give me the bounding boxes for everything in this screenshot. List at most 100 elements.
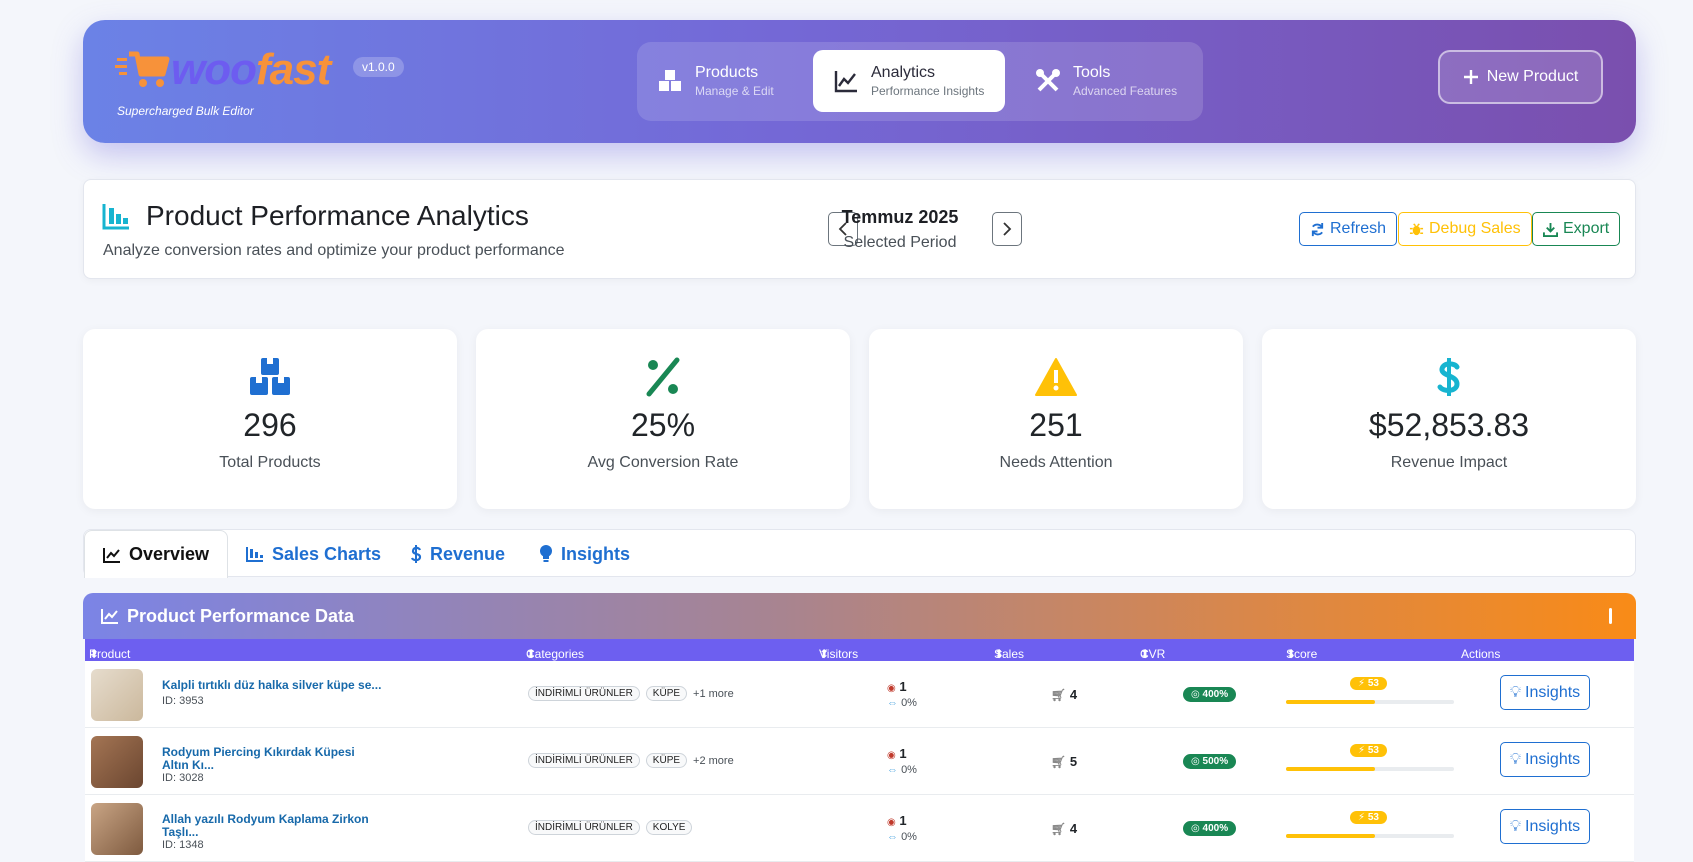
sort-icon: ⬍ [1286, 647, 1297, 661]
bolt-icon: ⚡︎ [1358, 678, 1366, 689]
tab-label: Insights [561, 543, 631, 564]
score-badge: ⚡︎ 53 [1350, 677, 1387, 690]
debug-sales-button[interactable]: Debug Sales [1398, 212, 1532, 246]
line-chart-icon [834, 71, 857, 93]
category-badge: İNDİRİMLİ ÜRÜNLER [528, 686, 640, 701]
table-row: Kalpli tırtıklı düz halka silver küpe se… [85, 661, 1634, 728]
product-id: ID: 1348 [162, 839, 204, 851]
analytics-tabs: Overview Sales Charts Revenue Insights [83, 529, 1636, 578]
nav-title: Tools [1073, 64, 1111, 81]
table-row: Rodyum Piercing Kıkırdak Küpesi Altın Kı… [85, 728, 1634, 795]
insights-button[interactable]: 💡︎ Insights [1500, 809, 1590, 844]
tagline: Supercharged Bulk Editor [117, 104, 254, 118]
category-badge: KÜPE [645, 753, 688, 768]
tab-insights[interactable]: Insights [539, 530, 630, 578]
column-headers: Product ⬍ Categories ⬍ Visitors ⬍ Sales … [85, 639, 1634, 661]
product-name-link[interactable]: Kalpli tırtıklı düz halka silver küpe se… [162, 679, 382, 692]
stat-label: Avg Conversion Rate [587, 454, 739, 471]
eye-icon: ◉ [887, 750, 896, 761]
stat-value: 251 [1029, 407, 1083, 443]
product-thumbnail[interactable] [91, 803, 143, 855]
product-thumbnail[interactable] [91, 736, 143, 788]
stat-avg-conversion: 25% Avg Conversion Rate [476, 329, 850, 509]
visitors-change: ⇔ 0% [887, 764, 917, 776]
version-badge: v1.0.0 [353, 57, 404, 77]
score-track [1286, 767, 1454, 771]
chevron-right-icon [1003, 222, 1012, 236]
category-badge: İNDİRİMLİ ÜRÜNLER [528, 820, 640, 835]
bar-chart-icon [246, 547, 263, 562]
tab-overview[interactable]: Overview [84, 530, 229, 578]
visitors-change: ⇔ 0% [887, 697, 917, 709]
bolt-icon: ⚡︎ [1358, 745, 1366, 756]
nav-products[interactable]: Products Manage & Edit [637, 50, 807, 112]
more-categories[interactable]: +1 more [693, 688, 734, 700]
product-name-link[interactable]: Rodyum Piercing Kıkırdak Küpesi Altın Kı… [162, 746, 382, 772]
nav-analytics[interactable]: Analytics Performance Insights [813, 50, 1005, 112]
category-list: İNDİRİMLİ ÜRÜNLER KÜPE +2 more [528, 753, 734, 768]
period-month: Temmuz 2025 [841, 207, 959, 227]
main-nav: Products Manage & Edit Analytics Performan… [637, 42, 1203, 121]
refresh-button[interactable]: Refresh [1299, 212, 1398, 246]
analytics-panel: Product Performance Analytics Analyze co… [83, 179, 1636, 279]
insights-button[interactable]: 💡︎ Insights [1500, 675, 1590, 710]
table-row: Allah yazılı Rodyum Kaplama Zirkon Taşlı… [85, 795, 1634, 862]
tools-icon [1036, 69, 1060, 92]
page-subtitle: Analyze conversion rates and optimize yo… [103, 242, 565, 259]
target-icon: ◎ [1191, 756, 1200, 767]
sales-count: 🛒︎ 5 [1051, 754, 1078, 769]
target-icon: ◎ [1191, 823, 1200, 834]
page-title: Product Performance Analytics [146, 200, 529, 231]
lightbulb-icon [540, 545, 552, 562]
bar-chart-icon [102, 204, 129, 230]
line-chart-icon [103, 547, 120, 563]
warning-icon [1035, 358, 1077, 396]
export-label: Export [1563, 220, 1610, 237]
cvr-badge: ◎ 500% [1183, 754, 1237, 769]
new-product-button[interactable]: New Product [1438, 50, 1603, 104]
sales-count: 🛒︎ 4 [1051, 687, 1078, 702]
refresh-icon [1311, 222, 1324, 236]
cvr-badge: ◎ 400% [1183, 687, 1237, 702]
visitors-change: ⇔ 0% [887, 831, 917, 843]
sort-icon: ⬍ [1140, 647, 1151, 661]
tab-revenue[interactable]: Revenue [410, 530, 505, 578]
sort-icon: ⬍ [526, 647, 537, 661]
insights-button[interactable]: 💡︎ Insights [1500, 742, 1590, 777]
cart-icon: 🛒︎ [1051, 822, 1067, 836]
eye-icon: ◉ [887, 817, 896, 828]
next-period-button[interactable] [992, 212, 1022, 246]
nav-subtitle: Performance Insights [871, 84, 985, 98]
period-label: Selected Period [843, 234, 957, 251]
bolt-icon: ⚡︎ [1358, 812, 1366, 823]
sort-icon: ⬍ [994, 647, 1005, 661]
download-icon [1543, 222, 1558, 237]
table-header-bar: Product Performance Data [83, 593, 1636, 639]
visitors-count: ◉ 1 [887, 746, 907, 761]
tab-sales-charts[interactable]: Sales Charts [246, 530, 381, 578]
score-fill [1286, 700, 1376, 704]
boxes-icon [659, 70, 681, 91]
percent-icon [646, 357, 680, 397]
category-badge: KOLYE [645, 820, 693, 835]
refresh-label: Refresh [1330, 220, 1387, 237]
arrows-icon: ⇔ [887, 764, 898, 776]
nav-tools[interactable]: Tools Advanced Features [1015, 50, 1195, 112]
lightbulb-icon: 💡︎ [1509, 683, 1522, 701]
boxes-icon [250, 358, 290, 395]
export-button[interactable]: Export [1532, 212, 1621, 246]
category-badge: İNDİRİMLİ ÜRÜNLER [528, 753, 640, 768]
line-chart-icon [101, 609, 118, 624]
product-name-link[interactable]: Allah yazılı Rodyum Kaplama Zirkon Taşlı… [162, 813, 382, 839]
app-header: woofast v1.0.0 Supercharged Bulk Editor … [83, 20, 1636, 143]
stat-needs-attention: 251 Needs Attention [869, 329, 1243, 509]
product-thumbnail[interactable] [91, 669, 143, 721]
score-fill [1286, 767, 1376, 771]
cvr-badge: ◎ 400% [1183, 821, 1237, 836]
score-badge: ⚡︎ 53 [1350, 744, 1387, 757]
stat-value: $52,853.83 [1368, 407, 1530, 443]
new-product-label: New Product [1486, 68, 1579, 85]
arrows-icon: ⇔ [887, 831, 898, 843]
more-categories[interactable]: +2 more [693, 755, 734, 767]
cart-icon [115, 51, 170, 87]
